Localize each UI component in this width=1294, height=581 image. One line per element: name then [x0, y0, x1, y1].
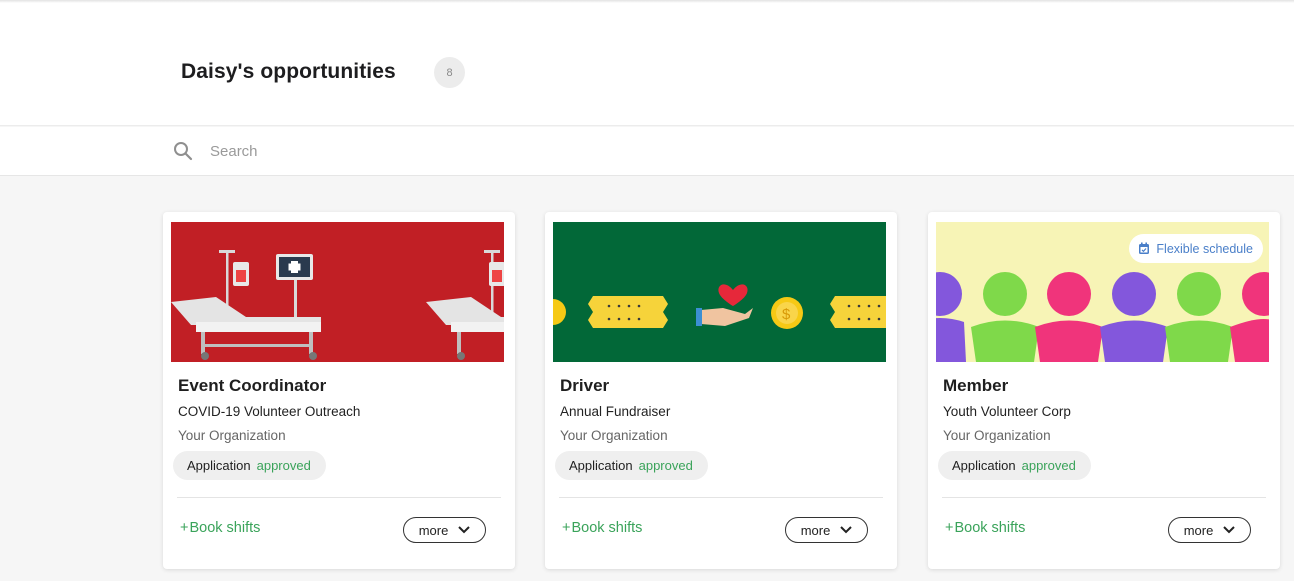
application-status-badge: Application approved — [938, 451, 1091, 480]
book-shifts-label: Book shifts — [189, 520, 261, 536]
book-shifts-button[interactable]: + Book shifts — [562, 520, 642, 536]
card-divider — [942, 497, 1266, 498]
calendar-icon — [1139, 242, 1150, 254]
book-shifts-label: Book shifts — [954, 520, 1026, 536]
more-label: more — [418, 522, 449, 538]
opportunity-card[interactable]: Flexible schedule Member Youth Volunteer… — [928, 212, 1280, 569]
more-label: more — [800, 522, 831, 538]
book-shifts-button[interactable]: + Book shifts — [945, 520, 1025, 536]
search-bar — [0, 127, 1294, 176]
more-button[interactable]: more — [403, 517, 486, 543]
flexible-schedule-badge: Flexible schedule — [1129, 234, 1263, 263]
opportunity-card[interactable]: $ Driver Annual Fundraiser Your Organiza… — [545, 212, 897, 569]
opportunity-role: Driver — [560, 376, 610, 395]
opportunity-organization: Your Organization — [178, 428, 286, 443]
chevron-down-icon — [458, 526, 471, 534]
status-label: Application — [952, 458, 1016, 473]
opportunity-role: Member — [943, 376, 1009, 395]
opportunity-organization: Your Organization — [943, 428, 1051, 443]
opportunity-role: Event Coordinator — [178, 376, 327, 395]
page-title: Daisy's opportunities — [181, 60, 396, 83]
card-banner-image — [171, 222, 504, 362]
status-label: Application — [187, 458, 251, 473]
status-value: approved — [256, 458, 311, 473]
more-button[interactable]: more — [785, 517, 868, 543]
book-shifts-label: Book shifts — [571, 520, 643, 536]
plus-icon: + — [945, 520, 954, 536]
chevron-down-icon — [840, 526, 853, 534]
plus-icon: + — [180, 520, 189, 536]
search-input[interactable] — [204, 137, 804, 165]
status-label: Application — [569, 458, 633, 473]
opportunity-activity: COVID-19 Volunteer Outreach — [178, 404, 361, 419]
plus-icon: + — [562, 520, 571, 536]
status-value: approved — [1021, 458, 1076, 473]
opportunity-card[interactable]: Event Coordinator COVID-19 Volunteer Out… — [163, 212, 515, 569]
opportunity-activity: Annual Fundraiser — [560, 404, 671, 419]
card-divider — [177, 497, 501, 498]
page-header: Daisy's opportunities 8 — [0, 3, 1294, 126]
card-divider — [559, 497, 883, 498]
opportunity-organization: Your Organization — [560, 428, 668, 443]
book-shifts-button[interactable]: + Book shifts — [180, 520, 260, 536]
application-status-badge: Application approved — [173, 451, 326, 480]
opportunity-activity: Youth Volunteer Corp — [943, 404, 1071, 419]
application-status-badge: Application approved — [555, 451, 708, 480]
more-label: more — [1183, 522, 1214, 538]
more-button[interactable]: more — [1168, 517, 1251, 543]
chevron-down-icon — [1223, 526, 1236, 534]
card-banner-image: $ — [553, 222, 886, 362]
search-icon — [174, 142, 193, 161]
svg-text:$: $ — [782, 306, 791, 323]
card-banner-image: Flexible schedule — [936, 222, 1269, 362]
flexible-schedule-label: Flexible schedule — [1156, 241, 1253, 256]
opportunity-count-badge: 8 — [434, 57, 465, 88]
status-value: approved — [638, 458, 693, 473]
